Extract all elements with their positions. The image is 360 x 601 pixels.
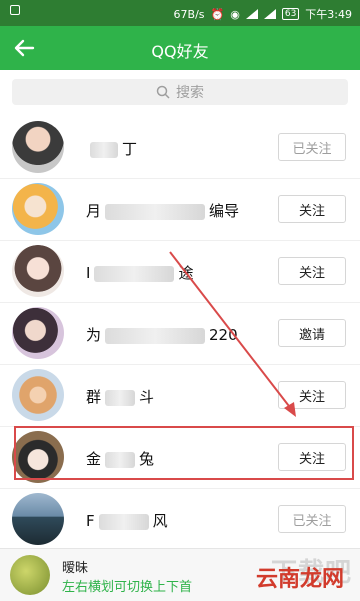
redaction-blur [98, 513, 149, 530]
app-bar: QQ好友 [0, 26, 360, 70]
contact-name: I途 [86, 264, 194, 282]
highlight-box [14, 426, 354, 480]
network-speed: 67B/s [173, 7, 205, 21]
album-thumbnail [10, 555, 50, 595]
search-placeholder: 搜索 [176, 85, 204, 101]
contact-name: 丁 [86, 138, 137, 159]
contact-row[interactable]: 群斗 关注 [0, 364, 360, 427]
avatar [12, 307, 64, 359]
redaction-blur [105, 389, 136, 406]
status-right: 67B/s ⏰ ◉ 63 下午3:49 [174, 6, 352, 22]
music-bar[interactable]: 暧昧 左右横划可切换上下首 下载吧 云南龙网 [0, 548, 360, 601]
clock: 下午3:49 [305, 8, 352, 21]
followed-button[interactable]: 已关注 [278, 505, 346, 533]
song-title: 暧昧 [62, 561, 89, 576]
wifi-icon [245, 9, 258, 19]
follow-button[interactable]: 关注 [278, 195, 346, 223]
page-title: QQ好友 [151, 42, 209, 61]
contact-name: 群斗 [86, 388, 155, 406]
followed-button[interactable]: 已关注 [278, 133, 346, 161]
redaction-blur [105, 203, 206, 220]
avatar [12, 493, 64, 545]
redaction-blur [94, 265, 175, 282]
follow-button[interactable]: 关注 [278, 381, 346, 409]
redaction-blur [105, 327, 206, 344]
follow-button[interactable]: 关注 [278, 257, 346, 285]
avatar [12, 245, 64, 297]
watermark-brand: 云南龙网 [255, 567, 344, 592]
invite-button[interactable]: 邀请 [278, 319, 346, 347]
contact-row[interactable]: 丁 已关注 [0, 116, 360, 179]
eye-icon: ◉ [230, 7, 240, 21]
battery-indicator: 63 [281, 8, 300, 20]
avatar [12, 121, 64, 173]
swipe-hint: 左右横划可切换上下首 [62, 580, 193, 595]
contact-row[interactable]: 月编导 关注 [0, 178, 360, 241]
avatar [12, 369, 64, 421]
alarm-icon: ⏰ [210, 7, 225, 21]
avatar [12, 183, 64, 235]
status-bar: 67B/s ⏰ ◉ 63 下午3:49 [0, 0, 360, 26]
contact-name: 月编导 [86, 202, 240, 220]
contact-row[interactable]: I途 关注 [0, 240, 360, 303]
contact-row[interactable]: 为 220 邀请 [0, 302, 360, 365]
contact-name: F风 [86, 512, 168, 530]
contact-name: 为 220 [86, 326, 238, 344]
signal-icon [263, 9, 276, 19]
redaction-blur [90, 141, 118, 158]
search-icon [156, 85, 170, 99]
status-left [10, 5, 20, 15]
app-notification-icon [10, 5, 20, 15]
contact-row[interactable]: F风 已关注 [0, 488, 360, 551]
search-bar[interactable]: 搜索 [12, 79, 348, 105]
